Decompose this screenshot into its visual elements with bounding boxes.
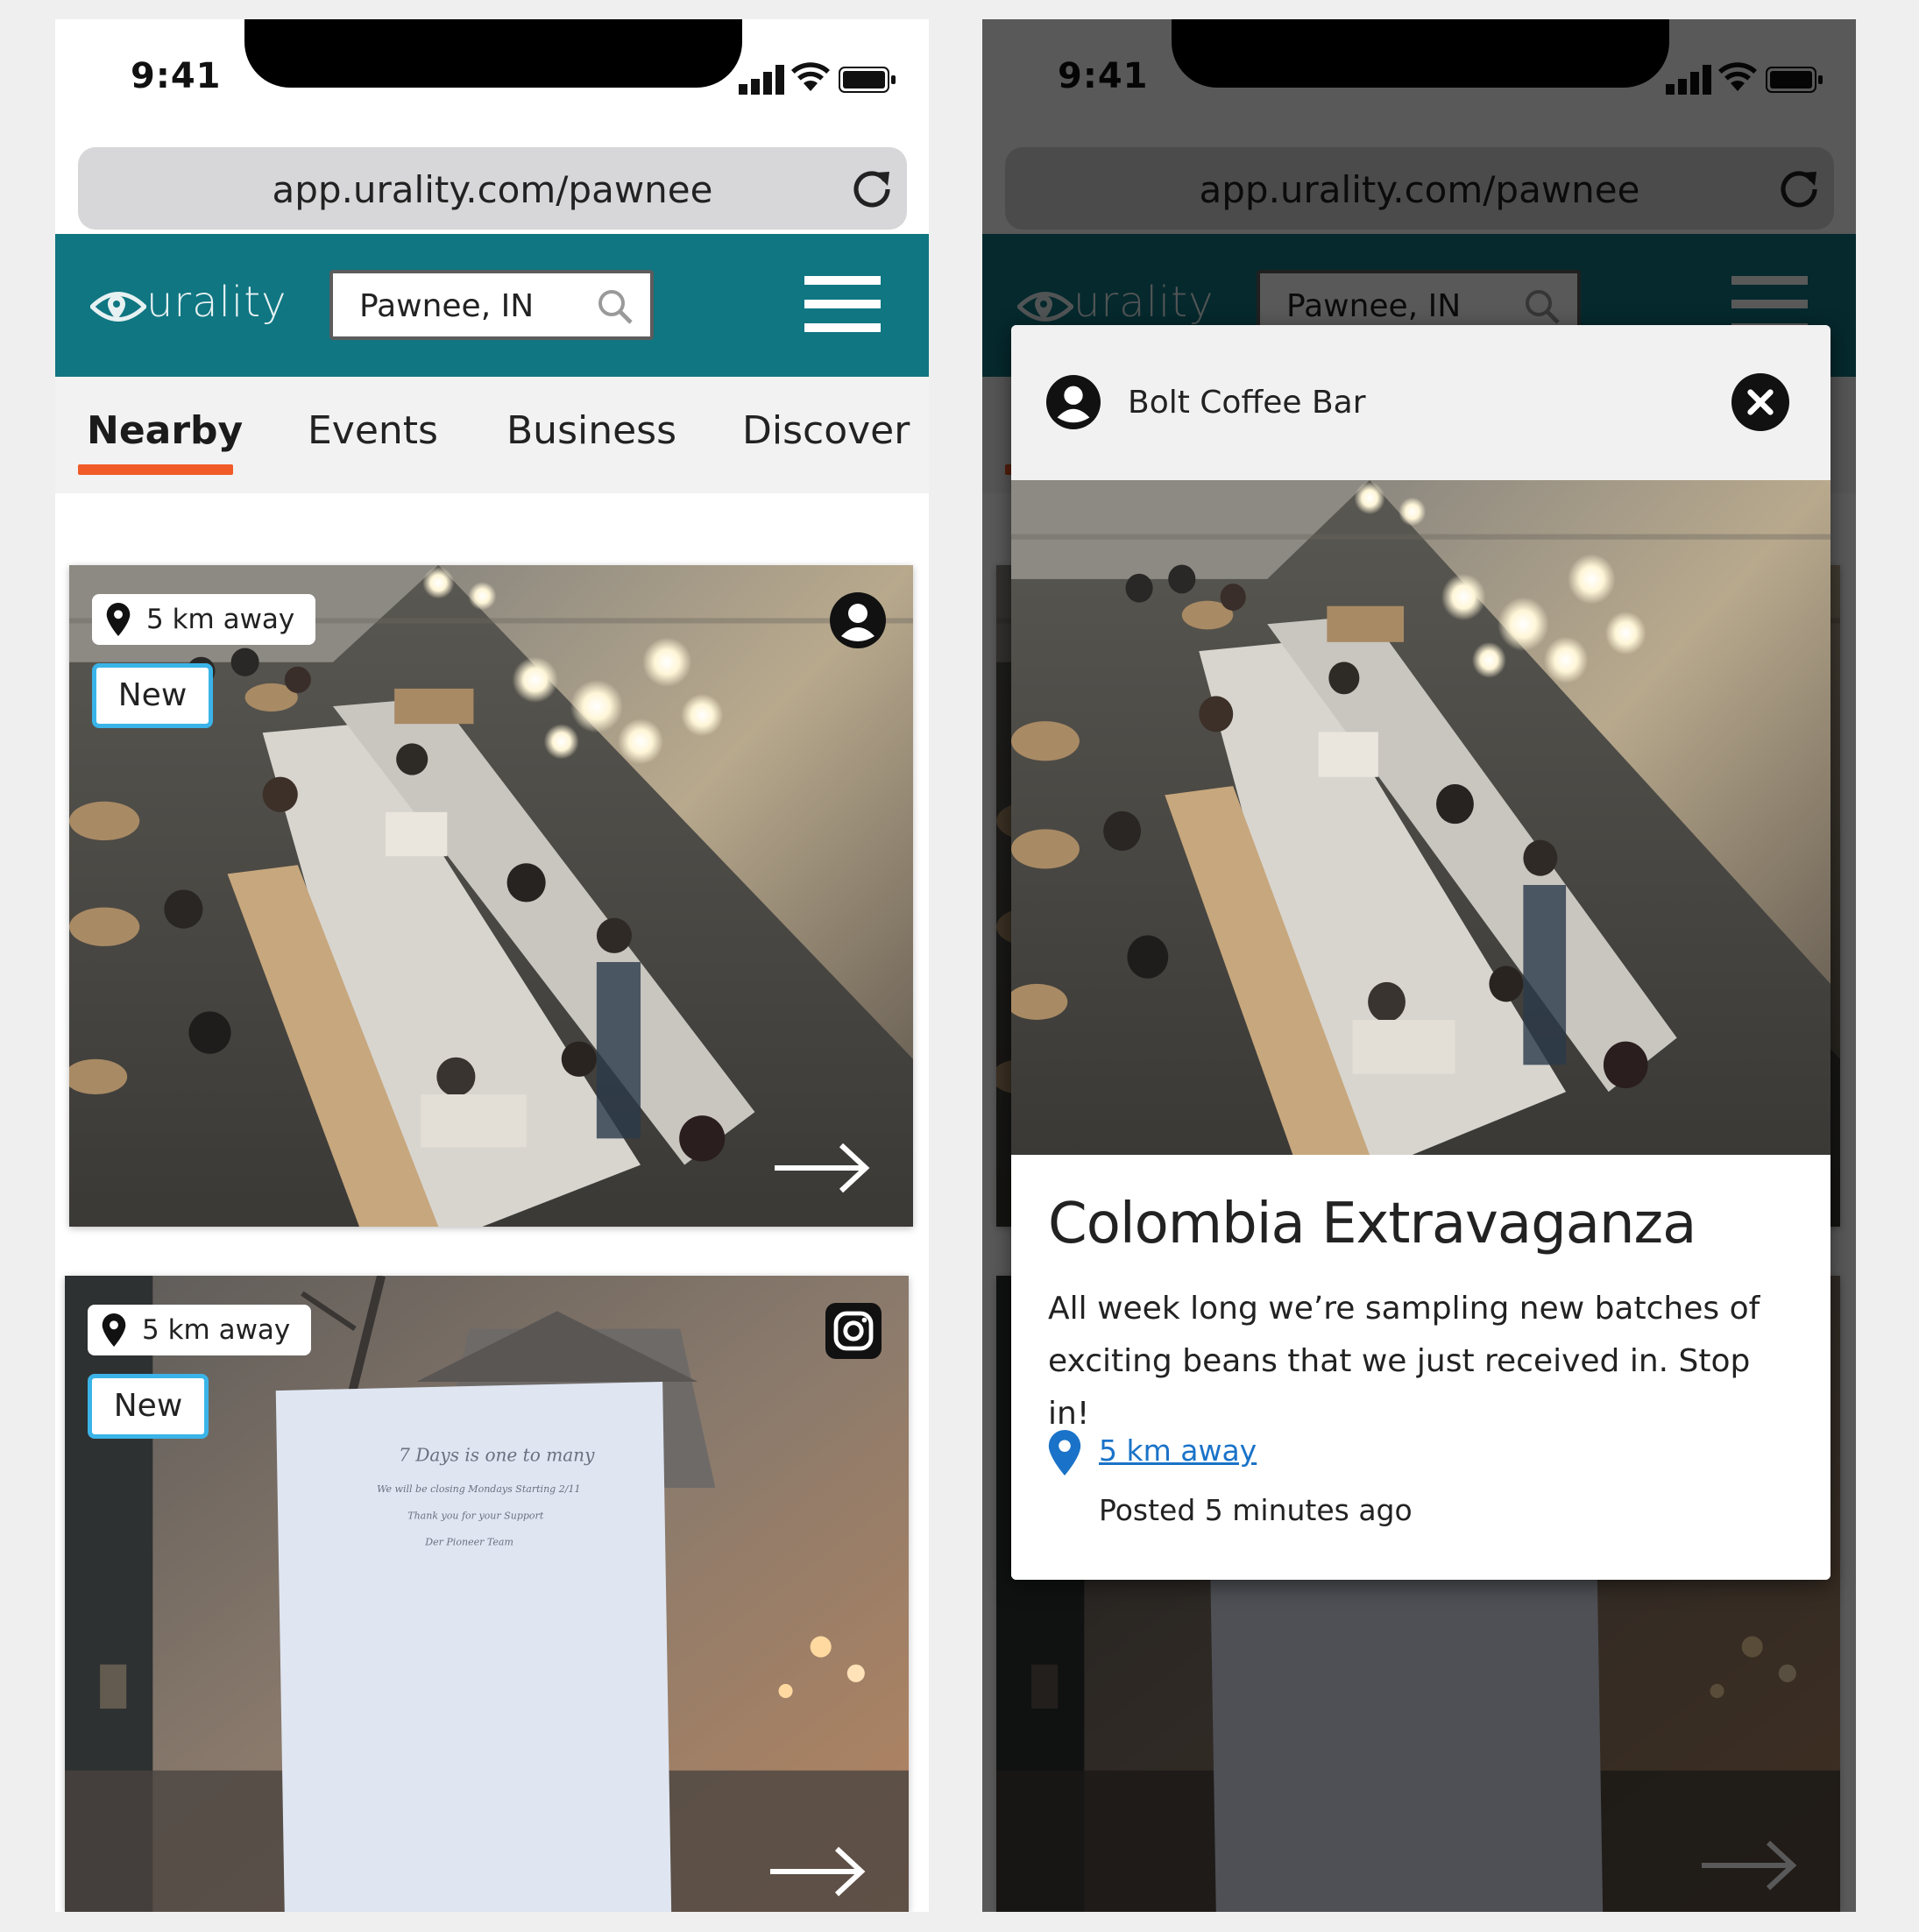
location-search-input[interactable] — [359, 286, 596, 326]
search-icon[interactable] — [596, 287, 634, 326]
phone-detail-screen: 9:41 app.urality.com/pawnee urality — [982, 19, 1856, 1912]
url-text[interactable]: app.urality.com/pawnee — [78, 168, 907, 211]
tab-nearby[interactable]: Nearby — [87, 408, 243, 453]
logo-text: urality — [146, 278, 287, 327]
location-pin-icon — [102, 1313, 126, 1347]
posted-time: Posted 5 minutes ago — [1099, 1493, 1413, 1527]
post-title: Colombia Extravaganza — [1048, 1192, 1696, 1256]
notch — [244, 19, 742, 88]
app-header: urality — [55, 234, 929, 377]
location-pin-icon — [1048, 1430, 1081, 1476]
business-name[interactable]: Bolt Coffee Bar — [1128, 385, 1366, 421]
feed-card[interactable]: 5 km away New — [69, 565, 913, 1227]
location-search-box[interactable] — [329, 270, 654, 340]
battery-icon — [839, 67, 896, 93]
distance-pill: 5 km away — [88, 1305, 312, 1355]
status-bar: 9:41 — [55, 19, 929, 124]
modal-body: Colombia Extravaganza All week long we’r… — [1011, 1155, 1830, 1580]
wifi-icon — [791, 62, 830, 91]
arrow-right-icon[interactable] — [770, 1845, 867, 1898]
window-notice-photo — [65, 1276, 909, 1912]
distance-text: 5 km away — [146, 604, 295, 635]
user-icon — [1046, 375, 1101, 429]
category-tabs: Nearby Events Business Discover — [55, 377, 929, 493]
modal-header: Bolt Coffee Bar — [1011, 325, 1830, 480]
new-badge: New — [88, 1374, 209, 1439]
location-eye-icon — [90, 292, 146, 322]
feed-list: 5 km away New 5 km away New — [55, 493, 929, 1912]
tab-discover[interactable]: Discover — [742, 408, 910, 453]
close-icon[interactable] — [1731, 373, 1789, 431]
distance-pill: 5 km away — [92, 594, 316, 645]
post-photo — [1011, 480, 1830, 1155]
active-tab-indicator — [78, 464, 233, 475]
address-bar[interactable]: app.urality.com/pawnee — [78, 147, 907, 230]
post-description: All week long we’re sampling new batches… — [1048, 1291, 1760, 1432]
browser-toolbar: app.urality.com/pawnee — [55, 124, 929, 251]
tab-events[interactable]: Events — [308, 408, 438, 453]
distance-link[interactable]: 5 km away — [1099, 1433, 1257, 1468]
location-pin-icon — [106, 603, 131, 636]
new-badge: New — [92, 663, 213, 728]
post-detail-modal: Bolt Coffee Bar Colombia Extravaganza Al… — [1011, 325, 1830, 1580]
feed-card[interactable]: 5 km away New — [65, 1276, 909, 1912]
distance-text: 5 km away — [142, 1314, 291, 1346]
hamburger-menu-icon[interactable] — [804, 276, 881, 332]
instagram-icon[interactable] — [825, 1303, 882, 1359]
status-time: 9:41 — [131, 56, 222, 96]
reload-icon[interactable] — [849, 166, 895, 212]
user-icon[interactable] — [830, 592, 886, 648]
signal-icon — [739, 65, 784, 95]
phone-feed-screen: 9:41 app.urality.com/pawnee urality Near… — [55, 19, 929, 1912]
tab-business[interactable]: Business — [506, 408, 676, 453]
arrow-right-icon[interactable] — [775, 1142, 871, 1194]
